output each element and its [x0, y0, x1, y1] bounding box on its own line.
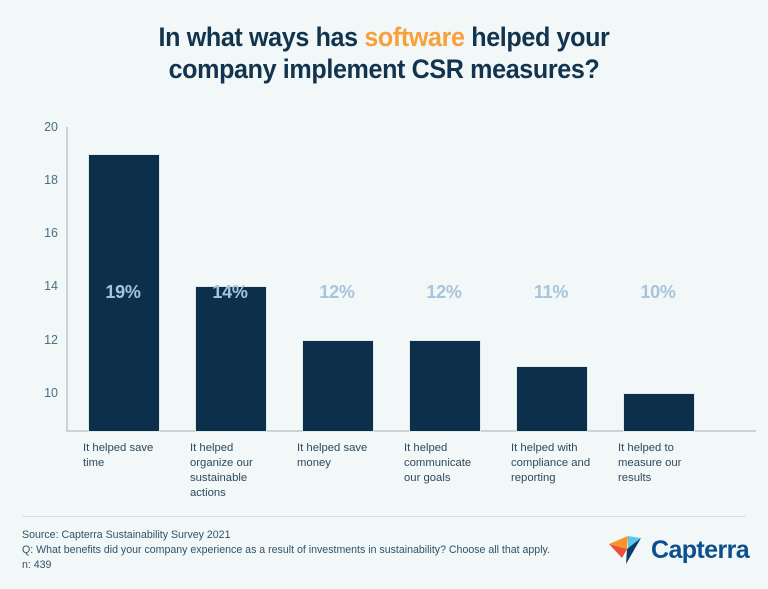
- category-label-line: It helped save: [297, 442, 368, 454]
- category-label-line: measure our: [618, 457, 682, 470]
- infographic-chart-card: In what ways has software helped your co…: [0, 0, 768, 589]
- capterra-logo: Capterra: [608, 530, 750, 570]
- y-tick-label: 18: [44, 173, 58, 188]
- category-label: It helped with compliance and reporting: [511, 441, 605, 486]
- category-label-line: results: [618, 472, 652, 485]
- sample-size-line: n: 439: [22, 559, 52, 572]
- category-label-line: actions: [190, 487, 226, 500]
- footer-divider: [22, 516, 746, 517]
- category-label-line: It helped save: [83, 442, 154, 454]
- category-label-line: communicate: [404, 457, 472, 470]
- category-label: It helped save money: [297, 441, 391, 471]
- y-tick-18: 18: [14, 173, 58, 187]
- y-tick-label: 16: [44, 226, 58, 241]
- y-tick-16: 16: [14, 226, 58, 240]
- bar-chart: 20 18 16 14 12 10 19% 14% 12% 12% 11% 10% It helpe…: [0, 0, 768, 589]
- category-label-line: time: [83, 457, 105, 470]
- category-label: It helped communicate our goals: [404, 441, 498, 486]
- category-label-line: our goals: [404, 472, 451, 485]
- y-axis-line: [66, 127, 68, 432]
- bar-value-label: 12%: [426, 282, 462, 302]
- category-label-line: money: [297, 457, 331, 470]
- capterra-wordmark: Capterra: [651, 535, 750, 564]
- category-label: It helped save time: [83, 441, 177, 471]
- y-tick-label: 20: [44, 120, 58, 134]
- bar: [623, 392, 695, 432]
- category-label-line: It helped: [190, 442, 234, 454]
- bar: [516, 366, 588, 432]
- y-tick-label: 12: [44, 332, 58, 347]
- y-tick-label: 10: [44, 385, 58, 400]
- category-label-line: It helped to: [618, 442, 674, 454]
- y-tick-10: 10: [14, 386, 58, 400]
- y-tick-12: 12: [14, 333, 58, 347]
- bar-value-label: 11%: [533, 282, 569, 302]
- bar-value-label: 19%: [105, 282, 141, 302]
- bar: [409, 339, 481, 432]
- category-label: It helped organize our sustainable actions: [190, 441, 284, 501]
- source-note: Source: Capterra Sustainability Survey 2…: [22, 528, 550, 573]
- bar-value-label: 12%: [319, 282, 355, 302]
- y-tick-20: 20: [14, 120, 58, 134]
- category-label-line: It helped: [404, 442, 448, 454]
- category-label-line: organize our: [190, 457, 253, 470]
- y-tick-label: 14: [44, 279, 58, 294]
- source-line: Source: Capterra Sustainability Survey 2…: [22, 529, 231, 541]
- bar-value-label: 10%: [640, 282, 676, 302]
- category-label-line: compliance and: [511, 457, 591, 470]
- category-label-line: reporting: [511, 472, 556, 485]
- category-label-line: It helped with: [511, 442, 578, 454]
- capterra-arrow-icon: [609, 536, 641, 564]
- bar-value-label: 14%: [212, 282, 248, 302]
- bar: [195, 286, 267, 432]
- category-label: It helped to measure our results: [618, 441, 712, 486]
- bar: [302, 339, 374, 432]
- y-tick-14: 14: [14, 279, 58, 293]
- category-label-line: sustainable: [190, 472, 248, 485]
- question-line: Q: What benefits did your company experi…: [22, 544, 551, 557]
